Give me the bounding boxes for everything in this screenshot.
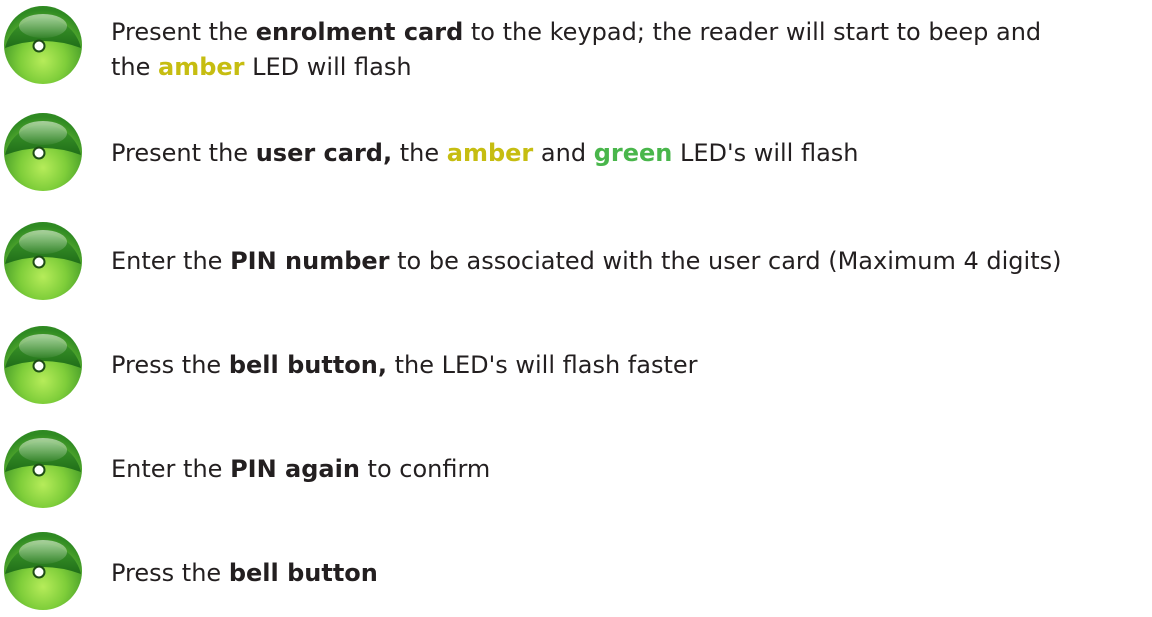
step-4: Press the bell button, the LED's will fl… <box>0 320 1152 410</box>
green-circle-bullet-icon <box>2 220 84 302</box>
green-circle-bullet-icon <box>2 530 84 612</box>
step-6-text: Press the bell button <box>111 559 378 587</box>
amber-label: amber <box>158 53 245 81</box>
green-circle-bullet-icon <box>2 324 84 406</box>
step-4-text: Press the bell button, the LED's will fl… <box>111 351 698 379</box>
step-2-text: Present the user card, the amber and gre… <box>111 139 859 167</box>
step-3: Enter the PIN number to be associated wi… <box>0 216 1152 306</box>
pin-number-label: PIN number <box>230 247 390 275</box>
green-circle-bullet-icon <box>2 4 84 86</box>
amber-label: amber <box>446 139 534 167</box>
step-5-text: Enter the PIN again to confirm <box>111 455 491 483</box>
step-6: Press the bell button <box>0 526 1152 616</box>
green-circle-bullet-icon <box>2 111 84 193</box>
step-5: Enter the PIN again to confirm <box>0 424 1152 514</box>
step-1-text: Present the enrolment card to the keypad… <box>111 18 1042 81</box>
step-1: Present the enrolment card to the keypad… <box>0 0 1152 90</box>
bell-button-label: bell button, <box>228 351 387 379</box>
step-2: Present the user card, the amber and gre… <box>0 107 1152 197</box>
green-label: green <box>593 139 673 167</box>
bell-button-label: bell button <box>228 559 378 587</box>
user-card-label: user card, <box>255 139 393 167</box>
pin-again-label: PIN again <box>230 455 360 483</box>
step-3-text: Enter the PIN number to be associated wi… <box>111 247 1062 275</box>
enrolment-card-label: enrolment card <box>255 18 464 46</box>
green-circle-bullet-icon <box>2 428 84 510</box>
